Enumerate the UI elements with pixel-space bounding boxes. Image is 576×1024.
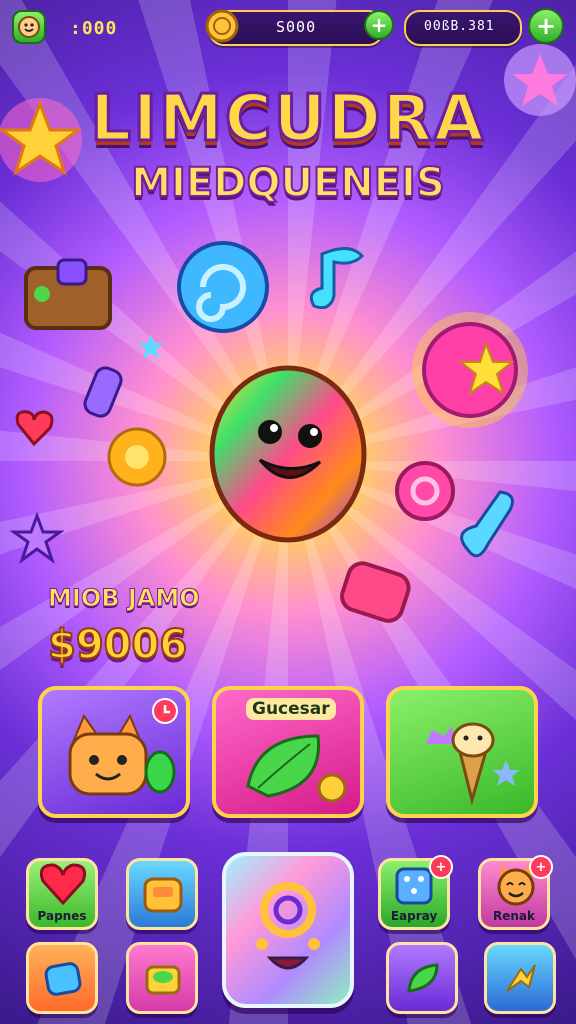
lives-value: :000 <box>70 18 118 39</box>
cat-character-icon <box>68 713 176 796</box>
pink-wrapped-candy-icon <box>340 561 411 623</box>
center-play-button[interactable] <box>222 852 354 1008</box>
add-coins-button[interactable]: + <box>364 10 394 40</box>
bottom-button-green-gem[interactable] <box>386 942 458 1014</box>
coins-counter: S000 <box>205 9 384 46</box>
spiral-candy-icon <box>177 241 269 333</box>
chocolate-box-icon <box>24 258 112 330</box>
bottom-button-dice[interactable]: + Eapray <box>378 855 453 930</box>
bottom-button-treasure[interactable] <box>126 942 198 1014</box>
bottom-button-blue-gem[interactable] <box>26 942 98 1014</box>
timer-badge <box>152 698 178 724</box>
blue-hook-candy-icon <box>460 490 514 558</box>
purple-crystal-icon <box>83 366 123 418</box>
cat-badge: + <box>529 855 553 879</box>
music-note-icon <box>309 247 365 310</box>
rainbow-smiley-candy-icon <box>209 365 367 543</box>
bottom-button-dice-label: Eapray <box>390 909 438 923</box>
bottom-button-lightning[interactable] <box>484 942 556 1014</box>
player-face-icon <box>18 16 40 38</box>
add-gems-button[interactable]: + <box>528 8 564 44</box>
gems-value: 00ßB.381 <box>424 19 495 34</box>
blue-gem-icon <box>44 962 82 996</box>
game-subtitle: MIEDQUENEIS <box>130 159 446 207</box>
leaf-icon <box>246 734 347 803</box>
gems-counter: 00ßB.381 <box>404 10 522 46</box>
dice-badge: + <box>429 855 453 879</box>
bottom-button-hearts-label: Papnes <box>37 909 87 923</box>
card-ice-cream[interactable] <box>386 686 538 818</box>
top-hud: :000 S000 + 00ßB.381 + <box>8 8 568 48</box>
plus-icon: + <box>535 12 557 40</box>
orange-flower-candy-icon <box>107 427 167 487</box>
treasure-icon <box>145 965 181 995</box>
coins-value: S000 <box>276 18 317 36</box>
timer-icon <box>163 705 170 714</box>
coin-icon <box>205 9 239 43</box>
card-cat-character[interactable] <box>38 686 190 818</box>
game-title: LIMCUDRA <box>89 81 486 158</box>
ice-cream-icon <box>426 722 520 806</box>
candy-box-icon <box>143 877 183 913</box>
bottom-button-hearts[interactable]: Papnes <box>26 858 98 930</box>
bottom-button-candy-box[interactable] <box>126 858 198 930</box>
bottom-button-cat[interactable]: + Renak <box>478 855 553 930</box>
score-value: $9006 <box>47 621 188 669</box>
blue-star-icon <box>138 334 164 359</box>
smiley-play-icon <box>256 882 320 970</box>
red-heart-candy-icon <box>15 410 54 447</box>
lightning-icon <box>506 964 536 992</box>
plus-icon: + <box>370 13 388 37</box>
star-orb-icon <box>412 312 528 428</box>
player-avatar-button[interactable] <box>12 10 46 44</box>
mode-label: MIOB JAMO <box>48 584 201 613</box>
bottom-button-cat-label: Renak <box>493 909 535 923</box>
card-leaf[interactable]: Gucesar <box>212 686 364 818</box>
green-gem-icon <box>407 963 439 993</box>
heart-icon <box>39 863 87 906</box>
card-leaf-label: Gucesar <box>246 698 336 720</box>
purple-star-icon <box>10 512 64 564</box>
